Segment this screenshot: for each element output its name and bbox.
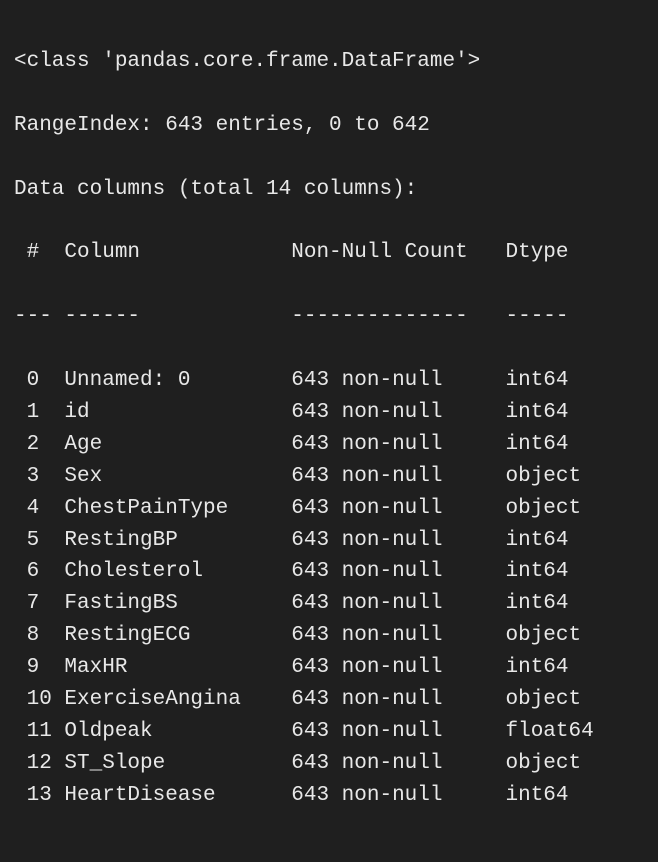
- hdr-column: Column: [64, 237, 266, 269]
- cell-count: 643 non-null: [291, 397, 480, 429]
- df-rows: 0 Unnamed: 0 643 non-null int64 1 id 643…: [14, 365, 644, 812]
- cell-name: ExerciseAngina: [64, 684, 266, 716]
- cell-dtype: int64: [505, 780, 606, 812]
- cell-name: RestingECG: [64, 620, 266, 652]
- df-cols-line: Data columns (total 14 columns):: [14, 174, 644, 206]
- df-col-row: 11 Oldpeak 643 non-null float64: [14, 716, 644, 748]
- cell-num: 11: [14, 716, 64, 748]
- cell-dtype: object: [505, 748, 606, 780]
- cell-num: 8: [14, 620, 64, 652]
- cell-name: Unnamed: 0: [64, 365, 266, 397]
- cell-count: 643 non-null: [291, 780, 480, 812]
- cell-name: RestingBP: [64, 525, 266, 557]
- cell-num: 2: [14, 429, 64, 461]
- df-col-row: 10 ExerciseAngina 643 non-null object: [14, 684, 644, 716]
- hdr-count: Non-Null Count: [291, 237, 480, 269]
- df-col-row: 13 HeartDisease 643 non-null int64: [14, 780, 644, 812]
- df-index-line: RangeIndex: 643 entries, 0 to 642: [14, 110, 644, 142]
- cell-dtype: int64: [505, 429, 606, 461]
- cell-name: HeartDisease: [64, 780, 266, 812]
- cell-count: 643 non-null: [291, 493, 480, 525]
- cell-name: Sex: [64, 461, 266, 493]
- cell-num: 0: [14, 365, 64, 397]
- terminal-output: <class 'pandas.core.frame.DataFrame'> Ra…: [0, 0, 658, 862]
- cell-name: Age: [64, 429, 266, 461]
- cell-name: Oldpeak: [64, 716, 266, 748]
- cell-dtype: int64: [505, 588, 606, 620]
- cell-num: 13: [14, 780, 64, 812]
- div-dtype: -----: [505, 301, 606, 333]
- cell-dtype: int64: [505, 365, 606, 397]
- df-col-row: 2 Age 643 non-null int64: [14, 429, 644, 461]
- df-col-row: 5 RestingBP 643 non-null int64: [14, 525, 644, 557]
- cell-count: 643 non-null: [291, 684, 480, 716]
- cell-num: 9: [14, 652, 64, 684]
- df-col-row: 9 MaxHR 643 non-null int64: [14, 652, 644, 684]
- cell-num: 4: [14, 493, 64, 525]
- hdr-dtype: Dtype: [505, 237, 606, 269]
- df-col-row: 8 RestingECG 643 non-null object: [14, 620, 644, 652]
- cell-count: 643 non-null: [291, 556, 480, 588]
- cell-name: ST_Slope: [64, 748, 266, 780]
- cell-name: ChestPainType: [64, 493, 266, 525]
- cell-dtype: object: [505, 684, 606, 716]
- cell-name: Cholesterol: [64, 556, 266, 588]
- df-col-row: 0 Unnamed: 0 643 non-null int64: [14, 365, 644, 397]
- cell-count: 643 non-null: [291, 748, 480, 780]
- df-class-line: <class 'pandas.core.frame.DataFrame'>: [14, 46, 644, 78]
- cell-name: MaxHR: [64, 652, 266, 684]
- df-col-row: 3 Sex 643 non-null object: [14, 461, 644, 493]
- df-col-row: 12 ST_Slope 643 non-null object: [14, 748, 644, 780]
- cell-dtype: int64: [505, 556, 606, 588]
- cell-count: 643 non-null: [291, 588, 480, 620]
- cell-name: FastingBS: [64, 588, 266, 620]
- cell-count: 643 non-null: [291, 525, 480, 557]
- cell-num: 6: [14, 556, 64, 588]
- df-table-header: # Column Non-Null Count Dtype: [14, 237, 644, 269]
- cell-count: 643 non-null: [291, 620, 480, 652]
- cell-num: 10: [14, 684, 64, 716]
- cell-dtype: object: [505, 461, 606, 493]
- df-col-row: 7 FastingBS 643 non-null int64: [14, 588, 644, 620]
- cell-dtype: int64: [505, 397, 606, 429]
- df-col-row: 6 Cholesterol 643 non-null int64: [14, 556, 644, 588]
- cell-num: 12: [14, 748, 64, 780]
- cell-dtype: float64: [505, 716, 606, 748]
- cell-dtype: object: [505, 493, 606, 525]
- cell-name: id: [64, 397, 266, 429]
- cell-count: 643 non-null: [291, 652, 480, 684]
- cell-num: 5: [14, 525, 64, 557]
- div-column: ------: [64, 301, 266, 333]
- cell-count: 643 non-null: [291, 365, 480, 397]
- df-col-row: 4 ChestPainType 643 non-null object: [14, 493, 644, 525]
- cell-dtype: object: [505, 620, 606, 652]
- df-table-divider: --- ------ -------------- -----: [14, 301, 644, 333]
- cell-count: 643 non-null: [291, 461, 480, 493]
- df-col-row: 1 id 643 non-null int64: [14, 397, 644, 429]
- hdr-num: #: [14, 237, 64, 269]
- cell-num: 1: [14, 397, 64, 429]
- cell-count: 643 non-null: [291, 716, 480, 748]
- div-count: --------------: [291, 301, 480, 333]
- cell-num: 7: [14, 588, 64, 620]
- cell-dtype: int64: [505, 525, 606, 557]
- cell-num: 3: [14, 461, 64, 493]
- cell-dtype: int64: [505, 652, 606, 684]
- cell-count: 643 non-null: [291, 429, 480, 461]
- div-num: ---: [14, 301, 64, 333]
